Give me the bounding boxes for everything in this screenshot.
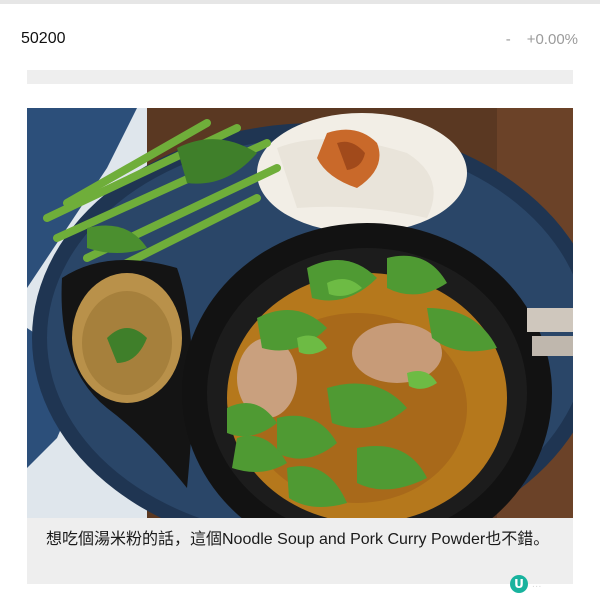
- ticker-code: 50200: [21, 30, 66, 47]
- stock-ticker-row[interactable]: 50200 - +0.00%: [0, 24, 600, 54]
- top-divider: [0, 0, 600, 4]
- caption-text: 想吃個湯米粉的話，這個Noodle Soup and Pork Curry Po…: [46, 531, 550, 548]
- noodle-soup-photo-illustration: [27, 108, 573, 518]
- ticker-change-percent: +0.00%: [526, 31, 578, 48]
- photo-caption: 想吃個湯米粉的話，這個Noodle Soup and Pork Curry Po…: [27, 518, 573, 584]
- ticker-change: - +0.00%: [506, 31, 578, 48]
- watermark-text: ...: [532, 578, 542, 590]
- ad-placeholder-strip: [27, 70, 573, 84]
- ticker-change-dash: -: [505, 31, 511, 48]
- brand-logo-icon: U: [510, 575, 528, 593]
- article-photo[interactable]: [27, 108, 573, 518]
- site-watermark: U ...: [510, 574, 542, 594]
